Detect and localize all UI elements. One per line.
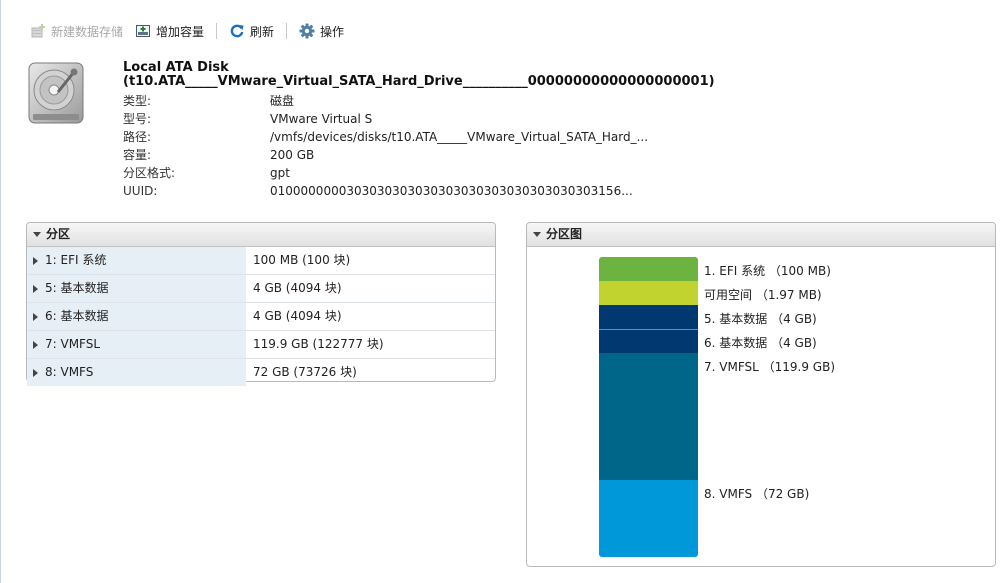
partition-map-label: 8. VMFS （72 GB) — [704, 487, 810, 501]
disk-title-id: (t10.ATA_____VMware_Virtual_SATA_Hard_Dr… — [123, 74, 715, 89]
toolbar: 新建数据存储 增加容量 刷新 操作 — [30, 20, 356, 42]
new-datastore-button[interactable]: 新建数据存储 — [30, 21, 135, 41]
partition-row: 5: 基本数据 4 GB (4094 块) — [27, 275, 495, 303]
partition-name: 1: EFI 系统 — [45, 253, 107, 267]
partition-map-segment — [599, 281, 698, 305]
partitions-panel-title: 分区 — [46, 227, 71, 241]
partition-name: 8: VMFS — [45, 365, 94, 379]
increase-capacity-label: 增加容量 — [156, 24, 205, 39]
refresh-button[interactable]: 刷新 — [229, 21, 286, 41]
refresh-label: 刷新 — [250, 24, 275, 39]
partition-size: 4 GB (4094 块) — [253, 309, 342, 323]
property-label: 分区格式: — [123, 166, 176, 180]
partitions-panel: 分区 1: EFI 系统 100 MB (100 块) 5: 基本数据 4 GB… — [26, 222, 496, 386]
partition-row: 1: EFI 系统 100 MB (100 块) — [27, 247, 495, 275]
increase-capacity-icon — [136, 25, 151, 37]
new-datastore-label: 新建数据存储 — [51, 24, 124, 39]
partition-size: 100 MB (100 块) — [253, 253, 351, 267]
partition-map-segment — [599, 305, 698, 329]
partition-row: 7: VMFSL 119.9 GB (122777 块) — [27, 331, 495, 359]
partition-map-label: 6. 基本数据 （4 GB) — [704, 336, 817, 350]
expand-icon — [33, 368, 38, 377]
expand-icon — [33, 340, 38, 349]
disk-title: Local ATA Disk (t10.ATA_____VMware_Virtu… — [123, 61, 715, 89]
partition-expand[interactable]: 8: VMFS — [27, 359, 246, 386]
partition-map-label: 可用空间 （1.97 MB) — [704, 288, 822, 302]
expand-icon — [33, 256, 38, 265]
partition-map-segment — [599, 329, 698, 354]
collapse-icon — [33, 232, 41, 237]
property-label: 类型: — [123, 94, 152, 108]
partition-name: 5: 基本数据 — [45, 281, 109, 295]
actions-label: 操作 — [320, 24, 345, 39]
hard-disk-icon — [28, 62, 84, 124]
property-value: gpt — [270, 166, 290, 180]
toolbar-divider — [216, 23, 218, 39]
partition-size: 4 GB (4094 块) — [253, 281, 342, 295]
partition-name: 7: VMFSL — [45, 337, 101, 351]
partition-map-segment — [599, 353, 698, 480]
expand-icon — [33, 284, 38, 293]
partition-expand[interactable]: 6: 基本数据 — [27, 303, 246, 330]
partition-map-label: 7. VMFSL （119.9 GB) — [704, 360, 836, 374]
partition-row: 6: 基本数据 4 GB (4094 块) — [27, 303, 495, 331]
property-value: 0100000000303030303030303030303030303030… — [270, 184, 633, 198]
actions-button[interactable]: 操作 — [299, 21, 356, 41]
partition-size: 119.9 GB (122777 块) — [253, 337, 384, 351]
partition-expand[interactable]: 5: 基本数据 — [27, 275, 246, 302]
partition-map-label: 1. EFI 系统 （100 MB) — [704, 264, 831, 278]
property-label: 型号: — [123, 112, 152, 126]
property-value: 磁盘 — [270, 94, 295, 108]
property-value: /vmfs/devices/disks/t10.ATA_____VMware_V… — [270, 130, 649, 144]
partitions-panel-header[interactable]: 分区 — [27, 223, 495, 247]
property-value: 200 GB — [270, 148, 315, 162]
new-datastore-icon — [31, 24, 45, 38]
partition-map-panel: 分区图 1. EFI 系统 （100 MB) 可用空间 （1.97 MB) 5. 基… — [526, 222, 996, 567]
partition-map-label: 5. 基本数据 （4 GB) — [704, 312, 817, 326]
increase-capacity-button[interactable]: 增加容量 — [135, 21, 216, 41]
property-value: VMware Virtual S — [270, 112, 373, 126]
partition-expand[interactable]: 1: EFI 系统 — [27, 247, 246, 274]
partition-size: 72 GB (73726 块) — [253, 365, 357, 379]
partition-expand[interactable]: 7: VMFSL — [27, 331, 246, 358]
partition-row: 8: VMFS 72 GB (73726 块) — [27, 359, 495, 386]
property-label: 路径: — [123, 130, 152, 144]
partition-map: 1. EFI 系统 （100 MB) 可用空间 （1.97 MB) 5. 基本数据 … — [527, 223, 995, 566]
partition-name: 6: 基本数据 — [45, 309, 109, 323]
property-label: 容量: — [123, 148, 152, 162]
partition-map-segment — [599, 257, 698, 281]
gear-icon — [299, 23, 315, 39]
partition-map-segment — [599, 480, 698, 557]
refresh-icon — [230, 24, 244, 38]
toolbar-divider — [286, 23, 288, 39]
window-left-border — [0, 0, 1, 583]
property-label: UUID: — [123, 184, 158, 198]
disk-title-name: Local ATA Disk — [123, 60, 229, 75]
expand-icon — [33, 312, 38, 321]
